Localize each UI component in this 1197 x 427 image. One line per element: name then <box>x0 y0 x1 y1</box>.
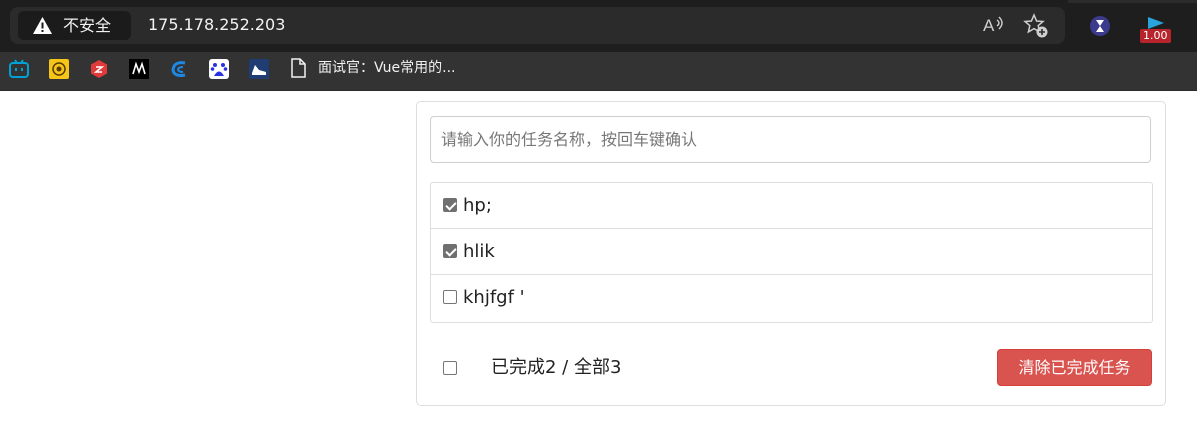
todo-card: hp; hlik khjfgf ' 已完成2 / 全部3 清除已完成任务 <box>416 101 1166 406</box>
task-item[interactable]: hp; <box>431 183 1152 229</box>
security-indicator[interactable]: 不安全 <box>18 11 131 40</box>
tab-strip <box>1068 0 1197 3</box>
task-list: hp; hlik khjfgf ' <box>430 182 1153 323</box>
address-bar[interactable]: 不安全 175.178.252.203 A <box>10 7 1065 44</box>
todo-footer: 已完成2 / 全部3 清除已完成任务 <box>430 348 1153 388</box>
blue-swirl-icon[interactable] <box>169 59 189 79</box>
bookmarks-bar: 面试官：Vue常用的... <box>0 52 1197 91</box>
security-label: 不安全 <box>63 16 112 35</box>
bookmark-vue-article[interactable]: 面试官：Vue常用的... <box>318 59 455 77</box>
clear-completed-button[interactable]: 清除已完成任务 <box>997 349 1152 386</box>
read-aloud-icon[interactable]: A <box>982 14 1006 36</box>
completion-summary: 已完成2 / 全部3 <box>491 357 622 378</box>
select-all-checkbox[interactable] <box>443 361 457 375</box>
warning-icon <box>33 17 52 34</box>
url-text[interactable]: 175.178.252.203 <box>148 15 285 35</box>
browser-toolbar: 不安全 175.178.252.203 A 1.00 <box>0 0 1197 52</box>
shoe-icon[interactable] <box>249 59 269 79</box>
task-input[interactable] <box>430 116 1151 163</box>
task-checkbox[interactable] <box>443 290 457 304</box>
extension-badge: 1.00 <box>1140 29 1171 43</box>
task-label: hlik <box>463 241 495 262</box>
bilibili-icon[interactable] <box>9 59 29 79</box>
svg-text:A: A <box>983 16 995 35</box>
add-favorite-icon[interactable] <box>1023 13 1049 39</box>
baidu-icon[interactable] <box>209 59 229 79</box>
red-cube-icon[interactable] <box>89 59 109 79</box>
yellow-badge-icon[interactable] <box>49 59 69 79</box>
task-checkbox[interactable] <box>443 198 457 212</box>
task-label: khjfgf ' <box>463 287 525 308</box>
task-checkbox[interactable] <box>443 244 457 258</box>
m-logo-icon[interactable] <box>129 59 149 79</box>
task-label: hp; <box>463 195 492 216</box>
task-item[interactable]: khjfgf ' <box>431 275 1152 321</box>
page-icon[interactable] <box>289 58 307 78</box>
task-item[interactable]: hlik <box>431 229 1152 275</box>
timer-extension-icon[interactable] <box>1089 15 1111 37</box>
